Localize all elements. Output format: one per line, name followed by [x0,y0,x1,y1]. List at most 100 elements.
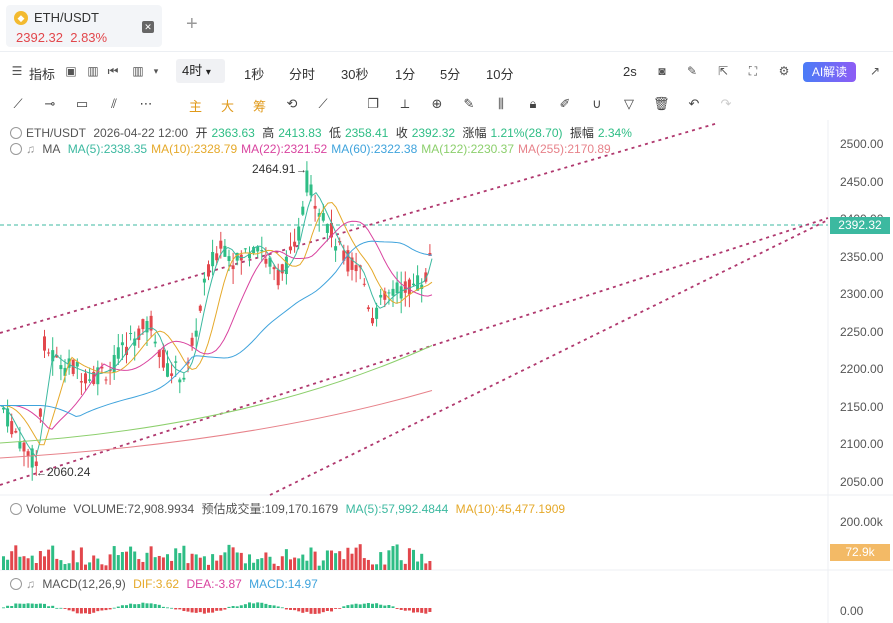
candle-body [334,246,338,251]
macd-bar [96,608,100,612]
candle-body [284,256,288,275]
pen-icon[interactable]: ✎ [685,64,699,78]
macd-bar [395,608,399,609]
volume-bar [284,549,288,570]
eye-icon[interactable] [10,503,22,515]
macd-bar [202,608,206,614]
interval-5m[interactable]: 5分 [440,64,460,83]
volume-bar [120,552,124,570]
export-icon[interactable]: ⇱ [716,64,730,78]
interval-timeshare[interactable]: 分时 [289,64,315,83]
macd-bar [166,607,169,609]
ma-line [0,202,433,446]
volume-bar [207,564,210,570]
macd-bar [30,603,34,608]
macd-bar [330,608,333,612]
measure-icon[interactable]: ⟋ [315,96,331,112]
interval-1s[interactable]: 1秒 [244,64,264,83]
calendar-icon[interactable]: ▣ [64,64,78,78]
camera-icon[interactable]: ◙ [655,64,669,78]
ma-lines-group [0,191,433,459]
candles-icon[interactable]: ⫼ [493,96,509,112]
symbol-tab[interactable]: ◆ ETH/USDT 2392.32 2.83% ✕ [6,5,162,47]
macd-bar [293,608,297,611]
trendline-tool-icon[interactable]: ⟋ [10,96,26,112]
macd-bar [305,608,309,612]
volume-legend: Volume VOLUME:72,908.9934 预估成交量:109,170.… [10,500,569,517]
interval-1m[interactable]: 1分 [395,64,415,83]
candle-body [231,265,235,270]
volume-bar [366,559,370,570]
refresh-rate[interactable]: 2s [623,64,637,79]
candle-body [293,241,297,247]
gear-icon[interactable]: ⚙ [777,64,791,78]
volume-bar [260,558,264,570]
macd-bar [38,603,42,608]
trash-icon[interactable]: 🗑︎ [653,96,670,112]
zoom-in-icon[interactable]: ⊕ [429,96,445,112]
plus-icon[interactable]: + [186,13,198,36]
volume-bar [268,556,272,570]
volume-bar [412,549,415,570]
macd-bar [309,608,313,614]
interval-30s[interactable]: 30秒 [341,64,368,83]
more-icon[interactable]: ⋯ [138,96,154,112]
eye-icon[interactable] [10,578,22,590]
volume-bar [161,557,165,570]
rotate-icon[interactable]: ⟲ [284,96,300,112]
volume-bar [59,560,63,570]
candle-body [34,461,38,467]
macd-bar [248,602,251,608]
lock-icon[interactable]: 🔒︎ [525,96,541,112]
volume-bar [157,555,161,570]
close-icon[interactable]: ✕ [142,21,154,33]
macd-bar [51,605,55,608]
copy-icon[interactable]: ❐ [365,96,381,112]
volume-bar [350,553,354,570]
replay-icon[interactable]: ⏮ [106,64,120,78]
redo-icon[interactable]: ↷ [718,96,734,112]
large-order-button[interactable]: 大 [221,96,234,115]
indicators-button[interactable]: 指标 [29,64,55,83]
parallel-channel-icon[interactable]: ⫽ [106,96,122,112]
horizontal-line-icon[interactable]: ⊸ [42,96,58,112]
main-force-button[interactable]: 主 [189,96,202,115]
macd-bar [84,608,87,614]
undo-icon[interactable]: ↶ [686,96,702,112]
brush-icon[interactable]: ✎ [461,96,477,112]
layout-icon[interactable]: ▥ [86,64,100,78]
fullscreen-icon[interactable]: ⛶ [746,64,760,78]
edit-icon[interactable]: ✐ [557,96,573,112]
volume-bar [14,545,18,570]
volume-bar [395,544,399,570]
volume-bar [354,547,358,570]
interval-selector[interactable]: 4时 ▾ [176,59,225,83]
interval-10m[interactable]: 10分 [486,64,513,83]
eye-icon[interactable] [10,143,22,155]
ruler-icon[interactable]: ⟂ [397,96,413,112]
chevron-down-icon[interactable]: ▾ [149,64,163,78]
magnet-icon[interactable]: ∪ [589,96,605,112]
chart-type-icon[interactable]: ▥ [131,64,145,78]
volume-bar [371,564,374,570]
macd-bar [133,604,137,608]
trend-icon[interactable]: ↗ [868,64,882,78]
candle-body [202,278,206,283]
eye-icon[interactable] [10,127,22,139]
macd-bar [424,608,428,614]
candle-body [38,408,42,417]
indicator-icon[interactable]: ☰ [10,64,24,78]
rectangle-tool-icon[interactable]: ▭ [74,96,90,112]
macd-bar [194,608,198,613]
ai-analysis-button[interactable]: AI解读 [803,62,856,82]
price-axis-label: 2200.00 [840,362,884,376]
filter-icon[interactable]: ▽ [621,96,637,112]
macd-bar [379,604,383,608]
volume-bar [166,554,169,570]
macd-bar [416,608,420,613]
chips-button[interactable]: 筹 [253,96,266,115]
price-axis-label: 2050.00 [840,474,884,489]
volume-bar [153,557,157,570]
kline-chart[interactable]: 2464.91 → ← 2060.24 [0,120,893,623]
volume-bar [47,549,51,570]
